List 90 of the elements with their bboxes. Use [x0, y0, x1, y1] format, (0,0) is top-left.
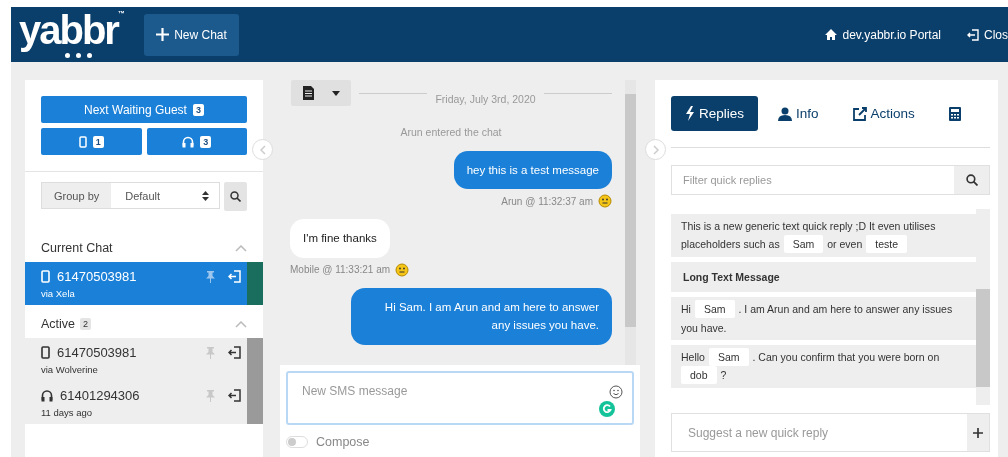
mobile-icon — [41, 270, 50, 283]
reply-text: Long Text Message — [683, 269, 780, 285]
close-link[interactable]: Clos — [967, 27, 1008, 42]
voice-queue-button[interactable]: 3 — [146, 128, 247, 155]
template-button[interactable] — [291, 80, 351, 106]
message-meta: Arun @ 11:32:37 am — [501, 195, 593, 207]
headset-icon — [182, 135, 195, 148]
mobile-icon — [78, 135, 87, 148]
plus-icon — [156, 28, 170, 41]
exit-icon[interactable] — [228, 346, 241, 359]
reply-text: placeholders such as — [681, 237, 780, 253]
reply-text: This is a new generic text quick reply ;D It even utilises — [681, 219, 936, 234]
reply-text: Hi — [681, 302, 691, 318]
external-link-icon — [852, 106, 867, 121]
pin-icon[interactable] — [206, 389, 215, 402]
add-button[interactable] — [967, 414, 989, 451]
reply-text: or even — [827, 237, 863, 253]
scrollbar[interactable] — [976, 209, 990, 405]
calculator-icon — [948, 106, 961, 121]
user-icon — [778, 106, 793, 121]
chevron-right-icon — [652, 144, 659, 155]
message-meta: Mobile @ 11:33:21 am — [290, 264, 391, 276]
chat-item[interactable]: 61470503981 via Xela — [25, 262, 263, 305]
section-title: Active — [41, 317, 76, 331]
smiley-icon — [598, 194, 612, 209]
message-bubble: Hi Sam. I am Arun and am here to answer any issues you have. — [351, 287, 612, 345]
reply-text: ? — [720, 368, 727, 384]
section-title: Current Chat — [41, 241, 113, 255]
home-icon — [825, 29, 838, 40]
grammar-check-icon[interactable] — [599, 401, 615, 417]
search-icon — [965, 174, 978, 186]
compose-toggle[interactable] — [286, 436, 308, 448]
exit-icon — [967, 28, 979, 41]
placeholder-chip: dob — [681, 366, 717, 385]
new-chat-button[interactable]: New Chat — [144, 13, 239, 56]
search-button[interactable] — [224, 182, 247, 211]
document-icon — [302, 86, 314, 100]
expand-handle[interactable] — [645, 139, 666, 160]
reply-text: . Can you confirm that you were born on — [752, 349, 940, 365]
smiley-icon — [395, 262, 410, 277]
panel-tab[interactable]: Actions — [838, 96, 929, 131]
collapse-handle[interactable] — [252, 139, 273, 160]
chat-item[interactable]: 61470503981 via Wolverine — [25, 338, 263, 381]
pin-icon[interactable] — [206, 270, 215, 283]
mobile-icon — [41, 346, 50, 359]
phone-number: 61470503981 — [57, 269, 137, 284]
portal-link[interactable]: dev.yabbr.io Portal — [825, 27, 941, 42]
mobile-queue-button[interactable]: 1 — [41, 128, 142, 155]
panel-tab[interactable]: Info — [764, 96, 833, 131]
exit-icon[interactable] — [228, 389, 241, 402]
pin-icon[interactable] — [206, 346, 215, 359]
count-badge: 2 — [80, 318, 92, 330]
date-divider: Friday, July 3rd, 2020 — [435, 92, 536, 105]
phone-number: 61401294306 — [60, 388, 140, 403]
headset-icon — [41, 389, 53, 402]
lightning-icon — [685, 106, 695, 121]
reply-text: you have. — [681, 320, 727, 336]
chevron-left-icon — [259, 144, 266, 155]
message-bubble: I'm fine thanks — [290, 219, 390, 258]
message-bubble: hey this is a test message — [453, 151, 612, 190]
chat-source: 11 days ago — [41, 407, 94, 418]
reply-text: Hello — [681, 349, 705, 365]
quick-reply[interactable]: Hello Sam . Can you confirm that you were born on dob ? — [671, 344, 976, 388]
search-button[interactable] — [954, 166, 989, 194]
collapse-icon[interactable] — [235, 244, 247, 252]
smiley-icon[interactable] — [609, 385, 623, 399]
reply-text: . I am Arun and am here to answer any issues — [738, 302, 953, 318]
compose-label: Compose — [316, 435, 370, 449]
placeholder-chip: teste — [866, 235, 908, 254]
phone-number: 61470503981 — [57, 345, 137, 360]
search-icon — [230, 191, 241, 202]
collapse-icon[interactable] — [235, 320, 247, 328]
placeholder-chip: Sam — [708, 347, 749, 366]
quick-reply[interactable]: Hi Sam . I am Arun and am here to answer any issues you have. — [671, 297, 976, 340]
caret-icon — [331, 90, 340, 96]
quick-reply[interactable]: Long Text Message — [671, 261, 976, 293]
chat-source: via Wolverine — [41, 364, 99, 375]
quick-reply[interactable]: This is a new generic text quick reply ;D It even utilises placeholders such as Sam or even teste — [671, 214, 976, 257]
group-by-select[interactable]: Group by Default — [41, 182, 220, 209]
chat-item[interactable]: 61401294306 11 days ago — [25, 381, 263, 424]
panel-tab[interactable]: Replies — [671, 96, 759, 131]
next-guest-button[interactable]: Next Waiting Guest 3 — [41, 96, 247, 123]
logo[interactable]: yabbr$^{™}$ — [19, 9, 134, 60]
chat-source: via Xela — [41, 288, 76, 299]
placeholder-chip: Sam — [783, 235, 824, 254]
placeholder-chip: Sam — [694, 300, 735, 319]
sort-caret-icon — [202, 190, 209, 201]
plus-icon — [973, 427, 983, 438]
scrollbar[interactable] — [625, 80, 636, 365]
system-message: Arun entered the chat — [399, 126, 503, 138]
